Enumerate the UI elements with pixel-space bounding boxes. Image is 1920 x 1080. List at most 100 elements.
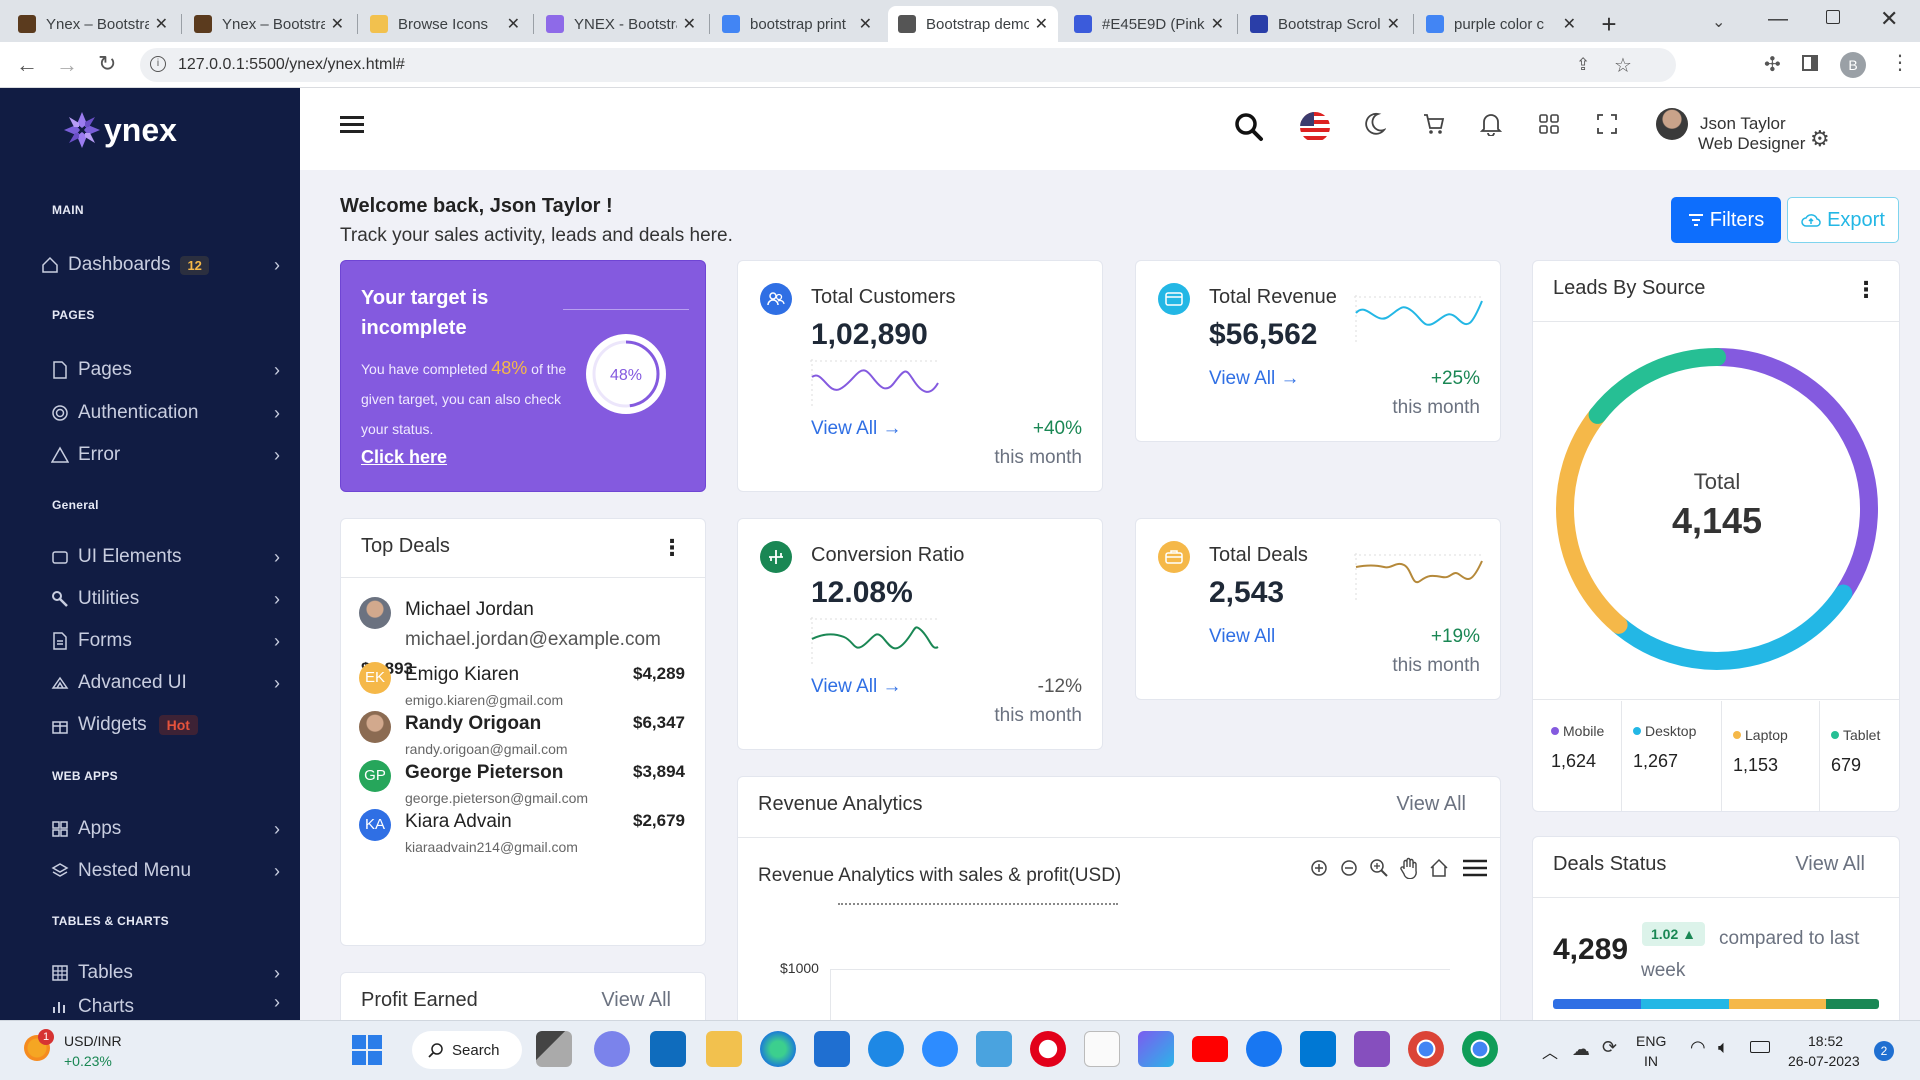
browser-tab[interactable]: Browse Icons ✕	[360, 6, 530, 42]
stat-view-all-link[interactable]: View All	[1209, 626, 1275, 648]
sidebar-item-apps[interactable]: Apps ›	[50, 812, 290, 846]
clock-date[interactable]: 26-07-2023	[1788, 1053, 1860, 1069]
lang-primary[interactable]: ENG	[1636, 1033, 1666, 1049]
bell-icon[interactable]	[1480, 112, 1502, 136]
share-icon[interactable]: ⇪	[1576, 55, 1590, 75]
sidebar-item-utilities[interactable]: Utilities ›	[50, 582, 290, 616]
volume-icon[interactable]: 🔈︎	[1718, 1037, 1729, 1058]
zoom-icon[interactable]	[922, 1031, 958, 1067]
sidebar-item-forms[interactable]: Forms ›	[50, 624, 290, 658]
zoom-selection-icon[interactable]	[1368, 857, 1390, 879]
browser-tab[interactable]: Ynex – Bootstrap ✕	[8, 6, 178, 42]
chrome-icon[interactable]	[1408, 1031, 1444, 1067]
settings-gear-icon[interactable]: ⚙	[1810, 126, 1830, 152]
sidebar-item-pages[interactable]: Pages ›	[50, 353, 290, 387]
sidebar-item-advanced-ui[interactable]: Advanced UI ›	[50, 666, 290, 700]
notification-center-badge[interactable]: 2	[1874, 1041, 1894, 1061]
clock-time[interactable]: 18:52	[1808, 1033, 1843, 1049]
blank-document-icon[interactable]	[1084, 1031, 1120, 1067]
tab-close-icon[interactable]: ✕	[1387, 14, 1400, 34]
tab-close-icon[interactable]: ✕	[859, 14, 872, 34]
apps-grid-icon[interactable]	[1538, 113, 1560, 135]
sidebar-item-charts[interactable]: Charts ›	[50, 996, 290, 1020]
tray-cloud-icon[interactable]: ☁	[1572, 1039, 1590, 1060]
store-icon[interactable]	[814, 1031, 850, 1067]
tab-close-icon[interactable]: ✕	[1563, 14, 1576, 34]
sidebar-item-error[interactable]: Error ›	[50, 438, 290, 472]
deal-row[interactable]: Randy Origoan randy.origoan@gmail.com $6,3…	[341, 705, 705, 757]
tab-search-icon[interactable]: ⌄	[1712, 12, 1725, 32]
revenue-view-all-link[interactable]: View All	[1396, 793, 1466, 816]
sidebar-item-nested-menu[interactable]: Nested Menu ›	[50, 854, 290, 888]
tab-close-icon[interactable]: ✕	[683, 14, 696, 34]
reload-icon[interactable]: ↻	[98, 51, 116, 77]
tab-close-icon[interactable]: ✕	[1035, 14, 1048, 34]
chrome-profile-icon[interactable]	[1462, 1031, 1498, 1067]
messenger-icon[interactable]	[868, 1031, 904, 1067]
browser-tab[interactable]: YNEX - Bootstrap ✕	[536, 6, 706, 42]
menu-toggle-icon[interactable]	[340, 116, 364, 133]
address-bar[interactable]: i 127.0.0.1:5500/ynex/ynex.html# ⇪ ☆	[140, 48, 1676, 82]
export-button[interactable]: Export	[1787, 197, 1899, 243]
youtube-icon[interactable]	[1192, 1036, 1228, 1062]
target-link[interactable]: Click here	[361, 447, 447, 468]
donut-segment-tablet[interactable]	[1588, 348, 1726, 424]
profile-avatar[interactable]: B	[1840, 52, 1866, 78]
edge-browser-icon[interactable]	[760, 1031, 796, 1067]
copilot-icon[interactable]	[1138, 1031, 1174, 1067]
browser-menu-icon[interactable]: ⋮	[1890, 50, 1910, 75]
tab-close-icon[interactable]: ✕	[331, 14, 344, 34]
opera-icon[interactable]	[1030, 1031, 1066, 1067]
sidebar-item-dashboards[interactable]: Dashboards 12 ›	[40, 248, 280, 282]
extensions-icon[interactable]: ✣	[1764, 52, 1781, 77]
maximize-button[interactable]	[1826, 10, 1840, 24]
deals-status-view-all-link[interactable]: View All	[1795, 853, 1865, 876]
browser-tab[interactable]: Bootstrap Scroll ✕	[1240, 6, 1410, 42]
stat-view-all-link[interactable]: View All →	[811, 418, 901, 440]
teams-chat-icon[interactable]	[594, 1031, 630, 1067]
start-windows-icon[interactable]	[352, 1035, 382, 1065]
stat-view-all-link[interactable]: View All →	[1209, 368, 1299, 390]
forward-icon[interactable]: →	[56, 52, 78, 78]
pan-hand-icon[interactable]	[1398, 857, 1420, 879]
lang-secondary[interactable]: IN	[1644, 1053, 1658, 1069]
zoom-out-icon[interactable]	[1338, 857, 1360, 879]
deal-row[interactable]: Michael Jordan michael.jordan@example.com…	[341, 591, 705, 678]
us-flag-icon[interactable]	[1300, 112, 1330, 142]
taskbar-search-box[interactable]: Search	[412, 1031, 522, 1069]
close-window-button[interactable]: ✕	[1880, 6, 1898, 32]
minimize-button[interactable]: —	[1768, 8, 1788, 31]
more-vertical-icon[interactable]: ⋮	[661, 535, 683, 561]
side-panel-icon[interactable]	[1802, 55, 1818, 71]
back-icon[interactable]: ←	[16, 52, 38, 78]
deal-row[interactable]: EK Emigo Kiaren emigo.kiaren@gmail.com $4,2…	[341, 656, 705, 708]
deal-row[interactable]: GP George Pieterson george.pieterson@gmail…	[341, 754, 705, 806]
user-avatar[interactable]	[1656, 108, 1688, 140]
stat-view-all-link[interactable]: View All →	[811, 676, 901, 698]
facebook-icon[interactable]	[1246, 1031, 1282, 1067]
moon-icon[interactable]	[1364, 112, 1386, 136]
tray-chevron-up-icon[interactable]: ︿	[1542, 1039, 1558, 1063]
filters-button[interactable]: Filters	[1671, 197, 1781, 243]
browser-tab[interactable]: bootstrap print ✕	[712, 6, 882, 42]
chart-menu-icon[interactable]	[1462, 858, 1488, 878]
search-icon[interactable]	[1234, 112, 1264, 142]
notepad-icon[interactable]	[976, 1031, 1012, 1067]
zoom-in-icon[interactable]	[1308, 857, 1330, 879]
donut-segment-laptop[interactable]	[1556, 405, 1628, 634]
reset-home-icon[interactable]	[1428, 857, 1450, 879]
tab-close-icon[interactable]: ✕	[1211, 14, 1224, 34]
donut-segment-desktop[interactable]	[1609, 584, 1853, 670]
task-view-icon[interactable]	[536, 1031, 572, 1067]
site-info-icon[interactable]: i	[150, 56, 166, 72]
bookmark-star-icon[interactable]: ☆	[1614, 53, 1632, 78]
tray-sync-icon[interactable]: ⟳	[1602, 1037, 1617, 1058]
battery-icon[interactable]	[1750, 1041, 1770, 1053]
fullscreen-icon[interactable]	[1596, 113, 1618, 135]
browser-tab[interactable]: Bootstrap demo ✕	[888, 6, 1058, 42]
sidebar-item-authentication[interactable]: Authentication ›	[50, 396, 290, 430]
browser-tab[interactable]: #E45E9D (Pink ✕	[1064, 6, 1234, 42]
browser-tab[interactable]: Ynex – Bootstrap ✕	[184, 6, 354, 42]
sidebar-item-widgets[interactable]: Widgets Hot	[50, 708, 290, 742]
wifi-icon[interactable]: ◠	[1690, 1037, 1706, 1058]
